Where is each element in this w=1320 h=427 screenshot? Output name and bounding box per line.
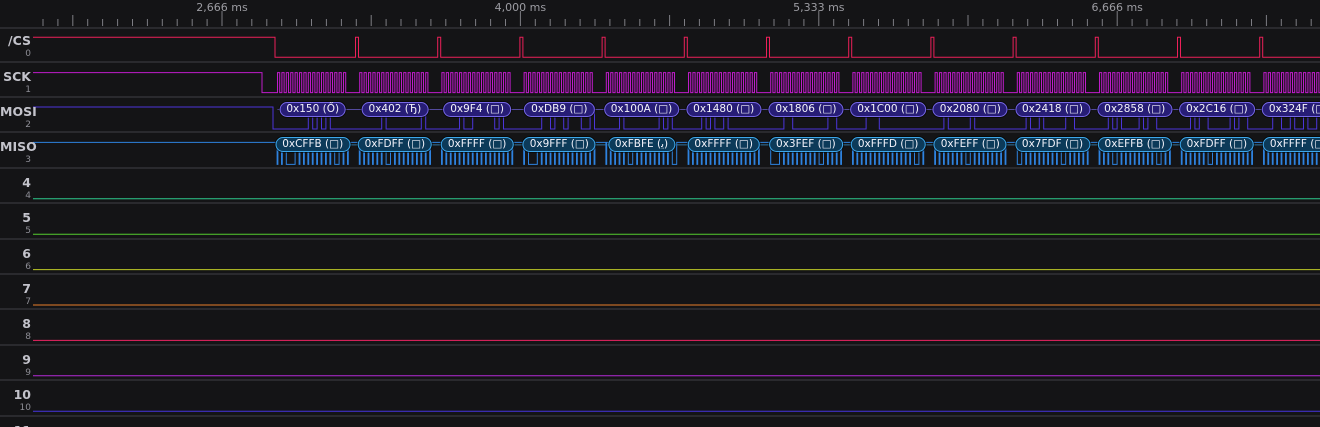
channel-name[interactable]: MISO [0,140,37,154]
channel-name[interactable]: 10 [0,388,31,402]
spi-mosi-annotation: 0x402 (Ђ) [361,102,429,117]
spi-miso-annotation: 0xCFFB (□) [275,137,351,153]
spi-mosi-annotation: 0x324F (□) [1261,102,1320,117]
channel-row-0: /CS 0 [0,27,1320,63]
channel-row-10: 10 10 [0,381,1320,417]
spi-mosi-annotation: 0x2858 (□) [1097,102,1173,117]
channel-name[interactable]: /CS [0,34,31,48]
spi-miso-annotation: 0xFBFE (ﯾ) [607,137,676,153]
trace-viewport: 2,666 ms 4,000 ms 5,333 ms 6,666 ms /CS 0 SCK… [0,0,1320,427]
spi-mosi-annotation: 0x1480 (□) [686,102,762,117]
channel-row-8: 88 [0,310,1320,346]
spi-miso-annotation: 0xFFFF (□) [440,137,514,153]
spi-miso-annotation: 0xFFFF (□) [687,137,760,153]
channel-row-5: 55 [0,204,1320,240]
channel-number: 0 [25,49,31,60]
channel-name[interactable]: 9 [0,352,31,367]
channel-number: 1 [25,84,31,95]
time-label: 4,000 ms [494,1,547,14]
channel-name[interactable]: 6 [0,246,31,261]
spi-mosi-annotation: 0x100A (□) [603,102,680,117]
channel-name[interactable]: SCK [0,69,31,84]
channel-number: 5 [25,226,31,237]
spi-miso-annotation: 0xEFFB (□) [1097,137,1172,153]
channel-number: 9 [25,367,31,378]
channel-number: 10 [19,403,31,414]
spi-miso-annotation: 0x3FEF (□) [769,137,843,153]
spi-miso-annotation: 0xFFFD (□) [850,137,926,153]
spi-miso-annotation: 0xFDFF (□) [1179,137,1255,153]
channel-row-4: 44 [0,169,1320,205]
spi-miso-annotation: 0xFFFF (□) [1262,137,1320,153]
channel-number: 2 [25,120,31,130]
channel-name[interactable]: 4 [0,175,31,190]
channel-row-11: 11 [0,417,1320,427]
channel-row-9: 99 [0,346,1320,382]
channel-name[interactable]: 5 [0,211,31,225]
spi-miso-annotation: 0xFEFF (□) [933,137,1007,153]
channel-number: 6 [25,261,31,272]
channel-row-1: SCK 1 [0,63,1320,98]
channel-name[interactable]: 8 [0,317,31,331]
channel-number: 3 [25,155,31,166]
spi-mosi-annotation: 0x9F4 (□) [443,102,511,117]
spi-miso-annotation: 0x7FDF (□) [1014,137,1091,153]
spi-mosi-annotation: 0x2080 (□) [932,102,1008,117]
spi-mosi-annotation: 0x2C16 (□) [1179,102,1255,117]
time-label: 2,666 ms [196,1,248,14]
channel-row-7: 77 [0,275,1320,311]
channel-number: 8 [25,332,31,343]
channel-name[interactable]: 7 [0,282,31,296]
spi-mosi-annotation: 0x1C00 (□) [850,102,926,117]
time-label: 5,333 ms [793,1,845,14]
spi-miso-annotation: 0x9FFF (□) [522,137,596,153]
channel-number: 7 [25,297,31,307]
time-ruler[interactable]: 2,666 ms 4,000 ms 5,333 ms 6,666 ms [0,0,1320,29]
spi-mosi-annotation: 0xDB9 (□) [524,102,595,117]
spi-mosi-annotation: 0x150 (Ő) [279,102,347,117]
channel-name[interactable]: MOSI [0,105,37,119]
channel-number: 4 [25,190,31,201]
time-label: 6,666 ms [1091,1,1143,14]
channel-row-6: 66 [0,240,1320,275]
spi-miso-annotation: 0xFDFF (□) [357,137,433,153]
spi-mosi-annotation: 0x2418 (□) [1014,102,1091,117]
channel-name[interactable]: 11 [0,423,31,427]
spi-mosi-annotation: 0x1806 (□) [768,102,844,117]
